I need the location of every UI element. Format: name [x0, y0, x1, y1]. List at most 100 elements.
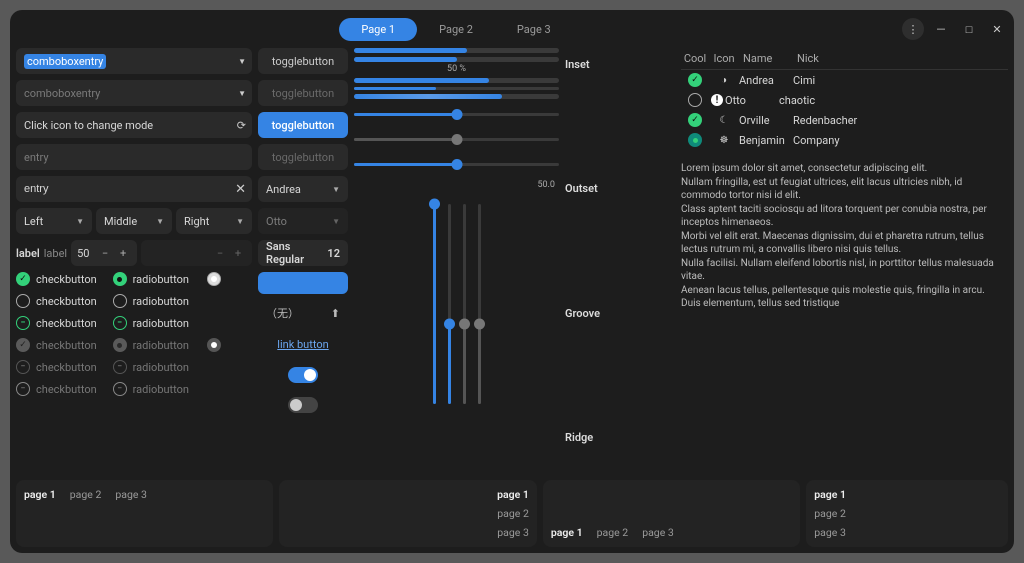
link-button[interactable]: link button [258, 332, 348, 357]
spin-minus[interactable]: − [97, 247, 113, 260]
radio-icon[interactable] [113, 272, 127, 286]
scale-vertical-disabled [463, 204, 466, 404]
lorem-text: Lorem ipsum dolor sit amet, consectetur … [681, 156, 1008, 311]
progress-bars: 50 % [354, 48, 559, 99]
notebook-tab[interactable]: page 1 [551, 526, 583, 539]
position-left[interactable]: Left▼ [16, 208, 92, 234]
file-chooser[interactable]: （无）⬆ [258, 300, 348, 326]
upload-icon: ⬆ [331, 307, 340, 320]
radio-label: radiobutton [133, 339, 189, 352]
tab-page1[interactable]: Page 1 [339, 18, 417, 41]
comboboxentry-placeholder[interactable]: comboboxentry ▼ [16, 80, 252, 106]
table-row[interactable]: ! Otto chaotic [681, 90, 1008, 110]
notebook-tab[interactable]: page 3 [115, 488, 147, 501]
notebook-tab[interactable]: page 1 [497, 488, 529, 501]
radio-icon[interactable] [113, 316, 127, 330]
col-header-name[interactable]: Name [739, 52, 791, 65]
frame-label: Groove [565, 307, 675, 320]
togglebutton-active[interactable]: togglebutton [258, 112, 348, 138]
check-column: ✓checkbutton checkbutton checkbutton ✓ch… [16, 272, 97, 396]
col-header-nick[interactable]: Nick [793, 52, 1008, 65]
check-icon: ✓ [688, 113, 702, 127]
more-menu-button[interactable]: ⋮ [902, 18, 924, 40]
progress-label: 50 % [354, 64, 559, 74]
close-button[interactable]: ✕ [986, 18, 1008, 40]
table-row[interactable]: ✓ ☾ Orville Redenbacher [681, 110, 1008, 130]
radio-label: radiobutton [133, 295, 189, 308]
font-button[interactable]: Sans Regular12 [258, 240, 348, 266]
radio-icon [113, 338, 127, 352]
radio-icon[interactable] [113, 294, 127, 308]
col-header-cool[interactable]: Cool [681, 52, 709, 65]
maximize-button[interactable]: □ [958, 18, 980, 40]
radio-secondary-icon[interactable] [207, 272, 221, 286]
notebook-top: page 1 page 2 page 3 [16, 480, 273, 547]
minimize-button[interactable]: － [930, 18, 952, 40]
notebook-tab[interactable]: page 1 [24, 488, 56, 501]
tab-page3[interactable]: Page 3 [495, 18, 573, 41]
notebook-bottom: page 1 page 2 page 3 [543, 480, 800, 547]
spin-plus[interactable]: + [115, 247, 131, 260]
position-right[interactable]: Right▼ [176, 208, 252, 234]
frame-label: Inset [565, 58, 675, 71]
notebook-left: page 1 page 2 page 3 [806, 480, 1008, 547]
color-button[interactable] [258, 272, 348, 294]
table-row[interactable]: ☸ Benjamin Company [681, 130, 1008, 150]
check-icon [688, 93, 702, 107]
progress-column: 50 % 50.0 [354, 48, 559, 474]
notebook-tab[interactable]: page 3 [642, 526, 674, 539]
radio-label: radiobutton [133, 361, 189, 374]
entry-clearable[interactable]: ✕ [16, 176, 252, 202]
table-row[interactable]: ✓ ◑ Andrea Cimi [681, 70, 1008, 90]
progress-bar-labeled [354, 57, 559, 62]
notebook-tab[interactable]: page 2 [70, 488, 102, 501]
check-icon [16, 382, 30, 396]
chevron-down-icon: ▼ [156, 217, 164, 226]
tab-page2[interactable]: Page 2 [417, 18, 495, 41]
notebook-tab[interactable]: page 3 [497, 526, 529, 539]
entry-placeholder[interactable]: entry [16, 144, 252, 170]
table-header-row: Cool Icon Name Nick [681, 48, 1008, 70]
check-radio-grid: ✓checkbutton checkbutton checkbutton ✓ch… [16, 272, 252, 396]
progress-bar [354, 87, 559, 90]
scale-vertical[interactable] [433, 204, 436, 404]
togglebutton[interactable]: togglebutton [258, 48, 348, 74]
entry-input[interactable] [24, 183, 244, 195]
check-icon[interactable]: ✓ [16, 272, 30, 286]
notebook-tab[interactable]: page 3 [814, 526, 1000, 539]
switch-off[interactable] [288, 397, 318, 413]
refresh-icon[interactable]: ⟳ [237, 119, 246, 132]
notebook-tab[interactable]: page 2 [497, 507, 529, 520]
switch-on[interactable] [288, 367, 318, 383]
position-row: Left▼ Middle▼ Right▼ [16, 208, 252, 234]
check-icon: ✓ [688, 73, 702, 87]
scale-horizontal[interactable] [354, 113, 559, 116]
position-middle[interactable]: Middle▼ [96, 208, 172, 234]
notebook-right: page 1 page 2 page 3 [279, 480, 536, 547]
name-select[interactable]: Andrea▼ [258, 176, 348, 202]
notebook-tab[interactable]: page 1 [814, 488, 1000, 501]
spin-button[interactable]: 50 − + [71, 240, 137, 266]
label-1: label [16, 247, 40, 260]
otto-select: Otto▼ [258, 208, 348, 234]
people-table: Cool Icon Name Nick ✓ ◑ Andrea Cimi ! Ot… [681, 48, 1008, 150]
togglebutton-disabled: togglebutton [258, 144, 348, 170]
clear-icon[interactable]: ✕ [235, 182, 246, 197]
radio-secondary-icon [207, 338, 221, 352]
row-icon: ◑ [711, 75, 737, 86]
scale-horizontal[interactable] [354, 163, 559, 166]
check-icon[interactable] [16, 316, 30, 330]
check-label: checkbutton [36, 339, 97, 352]
titlebar: Page 1 Page 2 Page 3 ⋮ － □ ✕ [10, 10, 1014, 48]
combo-value: comboboxentry [24, 54, 106, 69]
comboboxentry-selected[interactable]: comboboxentry ▼ [16, 48, 252, 74]
scale-vertical[interactable] [448, 204, 451, 404]
check-icon[interactable] [16, 294, 30, 308]
mode-entry[interactable]: Click icon to change mode ⟳ [16, 112, 252, 138]
notebook-tab[interactable]: page 2 [597, 526, 629, 539]
col-header-icon[interactable]: Icon [711, 52, 737, 65]
chevron-down-icon: ▼ [238, 57, 246, 66]
scale-vertical-disabled [478, 204, 481, 404]
notebook-tab[interactable]: page 2 [814, 507, 1000, 520]
data-column: Cool Icon Name Nick ✓ ◑ Andrea Cimi ! Ot… [681, 48, 1008, 474]
